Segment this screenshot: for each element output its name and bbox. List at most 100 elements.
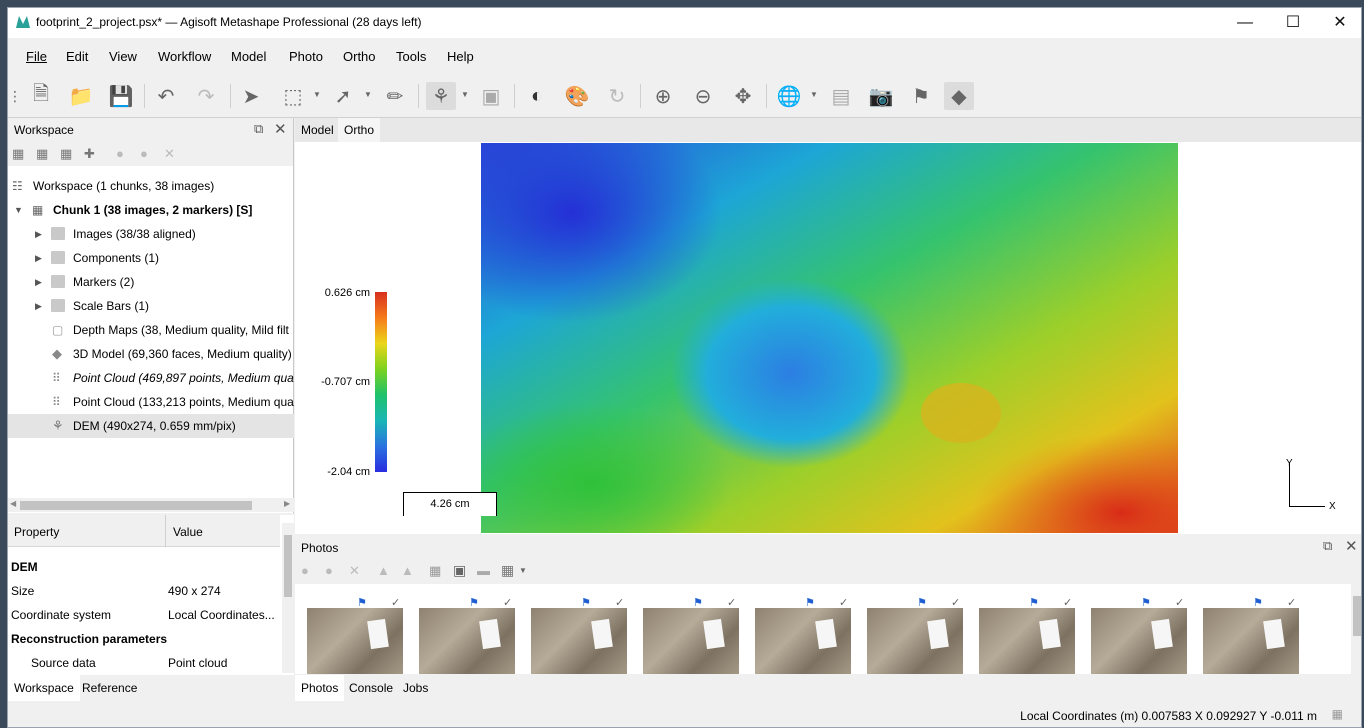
menu-edit[interactable]: Edit xyxy=(66,49,88,64)
close-icon[interactable]: ✕ xyxy=(1345,537,1358,555)
photos-vertical-scrollbar[interactable] xyxy=(1351,584,1361,674)
flag-icon[interactable]: ⚑ xyxy=(906,82,936,110)
workspace-horizontal-scrollbar[interactable]: ◀ ▶ xyxy=(8,498,294,512)
draw-polyline-button[interactable]: ➚ xyxy=(328,82,358,110)
add-folder-icon[interactable]: ▦ xyxy=(60,146,72,162)
menu-tools[interactable]: Tools xyxy=(396,49,426,64)
save-project-button[interactable]: 💾 xyxy=(106,82,136,110)
scrollbar-thumb[interactable] xyxy=(1353,596,1361,636)
disable-icon[interactable]: ● xyxy=(140,146,148,161)
menu-view[interactable]: View xyxy=(109,49,137,64)
chevron-right-icon[interactable]: ▶ xyxy=(35,270,42,294)
chevron-down-icon[interactable]: ▼ xyxy=(810,90,818,99)
orthomosaic-view-button[interactable]: ▣ xyxy=(476,82,506,110)
filter-icon[interactable]: ▦ xyxy=(429,563,441,579)
tab-console[interactable]: Console xyxy=(343,675,399,701)
chunk-row[interactable]: ▼ ▦ Chunk 1 (38 images, 2 markers) [S] xyxy=(8,198,294,222)
photo-thumbnail[interactable]: ⚑ ✓ xyxy=(643,596,739,674)
tree-item-depth-maps[interactable]: ▢ Depth Maps (38, Medium quality, Mild f… xyxy=(8,318,294,342)
contrast-icon[interactable]: ◐ xyxy=(522,82,552,110)
photo-thumbnail[interactable]: ⚑ ✓ xyxy=(1091,596,1187,674)
disable-icon[interactable]: ● xyxy=(325,563,333,578)
minimize-button[interactable]: — xyxy=(1222,8,1268,38)
undock-icon[interactable]: ⧉ xyxy=(1323,538,1332,554)
menu-workflow[interactable]: Workflow xyxy=(158,49,211,64)
rotate-left-icon[interactable]: ▲ xyxy=(377,563,390,578)
remove-icon[interactable]: ✕ xyxy=(164,146,175,162)
rectangle-selection-button[interactable]: ⬚ xyxy=(278,82,308,110)
tree-item-point-cloud-1[interactable]: ⠿ Point Cloud (469,897 points, Medium qu… xyxy=(8,366,294,390)
zoom-in-button[interactable]: ⊕ xyxy=(648,82,678,110)
redo-button[interactable]: ↷ xyxy=(191,82,221,110)
undock-icon[interactable]: ⧉ xyxy=(254,121,263,137)
ruler-button[interactable]: ✏ xyxy=(380,82,410,110)
close-icon[interactable]: ✕ xyxy=(274,120,287,138)
workspace-root-row[interactable]: ☷ Workspace (1 chunks, 38 images) xyxy=(8,174,294,198)
chevron-right-icon[interactable]: ▶ xyxy=(35,222,42,246)
menu-photo[interactable]: Photo xyxy=(289,49,323,64)
value-column-header[interactable]: Value xyxy=(173,525,203,539)
photo-thumbnail[interactable]: ⚑ ✓ xyxy=(307,596,403,674)
photo-thumbnail[interactable]: ⚑ ✓ xyxy=(1203,596,1299,674)
tree-item-markers[interactable]: ▶ Markers (2) xyxy=(8,270,294,294)
show-images-button[interactable]: ▤ xyxy=(826,82,856,110)
zoom-out-button[interactable]: ⊖ xyxy=(688,82,718,110)
tab-photos[interactable]: Photos xyxy=(295,675,345,701)
scroll-right-icon[interactable]: ▶ xyxy=(284,499,290,508)
dem-view-button[interactable]: ⚘ xyxy=(426,82,456,110)
tree-item-3d-model[interactable]: ◆ 3D Model (69,360 faces, Medium quality… xyxy=(8,342,294,366)
tree-item-scale-bars[interactable]: ▶ Scale Bars (1) xyxy=(8,294,294,318)
grid-view-icon[interactable]: ▦ xyxy=(501,562,514,579)
tree-item-components[interactable]: ▶ Components (1) xyxy=(8,246,294,270)
scrollbar-thumb[interactable] xyxy=(284,535,292,597)
dem-image[interactable] xyxy=(481,143,1178,533)
tab-reference[interactable]: Reference xyxy=(76,675,143,701)
palette-icon[interactable]: 🎨 xyxy=(562,82,592,110)
menu-model[interactable]: Model xyxy=(231,49,266,64)
scrollbar-thumb[interactable] xyxy=(20,501,252,510)
mask-icon[interactable]: ▣ xyxy=(453,562,466,579)
menu-file[interactable]: File xyxy=(26,49,47,64)
reset-view-button[interactable]: ✥ xyxy=(728,82,758,110)
tab-ortho[interactable]: Ortho xyxy=(338,118,381,142)
tab-jobs[interactable]: Jobs xyxy=(397,675,434,701)
photo-thumbnail[interactable]: ⚑ ✓ xyxy=(755,596,851,674)
property-column-header[interactable]: Property xyxy=(14,525,59,539)
photo-thumbnail[interactable]: ⚑ ✓ xyxy=(531,596,627,674)
tab-model[interactable]: Model xyxy=(295,118,340,142)
rotate-right-icon[interactable]: ▲ xyxy=(401,563,414,578)
enable-icon[interactable]: ● xyxy=(301,563,309,578)
chevron-down-icon[interactable]: ▼ xyxy=(313,90,321,99)
globe-icon[interactable]: 🌐 xyxy=(774,82,804,110)
maximize-button[interactable]: ☐ xyxy=(1270,8,1316,38)
navigation-cursor-button[interactable]: ➤ xyxy=(236,82,266,110)
photo-thumbnail[interactable]: ⚑ ✓ xyxy=(979,596,1075,674)
open-project-button[interactable]: 📁 xyxy=(66,82,96,110)
chevron-right-icon[interactable]: ▶ xyxy=(35,294,42,318)
tree-item-dem[interactable]: ⚘ DEM (490x274, 0.659 mm/pix) xyxy=(8,414,294,438)
tree-item-images[interactable]: ▶ Images (38/38 aligned) xyxy=(8,222,294,246)
remove-icon[interactable]: ✕ xyxy=(349,563,360,579)
enable-icon[interactable]: ● xyxy=(116,146,124,161)
chevron-down-icon[interactable]: ▼ xyxy=(14,198,23,222)
ortho-view[interactable]: 0.626 cm -0.707 cm -2.04 cm 4.26 cm Y X xyxy=(295,142,1361,534)
camera-icon[interactable]: 📷 xyxy=(866,82,896,110)
tab-workspace[interactable]: Workspace xyxy=(8,675,80,701)
tree-item-point-cloud-2[interactable]: ⠿ Point Cloud (133,213 points, Medium qu… xyxy=(8,390,294,414)
photo-thumbnail[interactable]: ⚑ ✓ xyxy=(419,596,515,674)
undo-button[interactable]: ↶ xyxy=(151,82,181,110)
chevron-right-icon[interactable]: ▶ xyxy=(35,246,42,270)
refresh-icon[interactable]: ↻ xyxy=(602,82,632,110)
image-icon[interactable]: ▬ xyxy=(477,563,490,578)
chevron-down-icon[interactable]: ▼ xyxy=(519,566,527,575)
menu-help[interactable]: Help xyxy=(447,49,474,64)
scroll-left-icon[interactable]: ◀ xyxy=(10,499,16,508)
photo-thumbnail[interactable]: ⚑ ✓ xyxy=(867,596,963,674)
property-vertical-scrollbar[interactable] xyxy=(282,523,294,673)
add-photos-icon[interactable]: ▦ xyxy=(36,146,48,162)
shape-tool-button[interactable]: ◆ xyxy=(944,82,974,110)
menu-ortho[interactable]: Ortho xyxy=(343,49,376,64)
add-chunk-icon[interactable]: ▦ xyxy=(12,146,24,162)
chevron-down-icon[interactable]: ▼ xyxy=(364,90,372,99)
new-project-button[interactable]: 🗎 xyxy=(26,82,56,110)
